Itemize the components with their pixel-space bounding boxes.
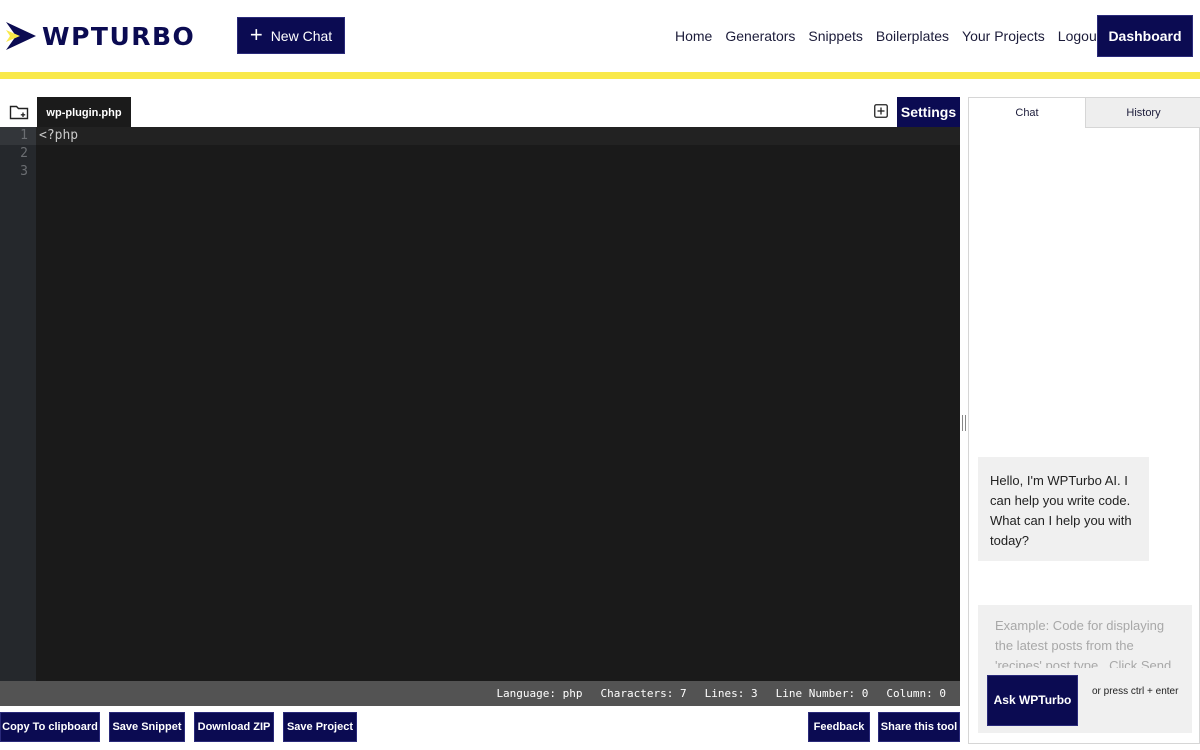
status-characters-value: 7 (680, 687, 687, 700)
tab-history[interactable]: History (1085, 98, 1200, 128)
nav-your-projects[interactable]: Your Projects (962, 28, 1045, 44)
status-column-value: 0 (939, 687, 946, 700)
ask-area: Ask WPTurbo or press ctrl + enter (978, 668, 1192, 733)
save-snippet-button[interactable]: Save Snippet (109, 712, 185, 742)
save-project-button[interactable]: Save Project (283, 712, 357, 742)
status-lines: Lines: 3 (705, 687, 758, 700)
chat-panel: Chat History Hello, I'm WPTurbo AI. I ca… (968, 97, 1200, 744)
nav-generators[interactable]: Generators (725, 28, 795, 44)
tab-chat[interactable]: Chat (969, 98, 1085, 128)
folder-plus-icon[interactable] (9, 104, 29, 120)
ask-wpturbo-button[interactable]: Ask WPTurbo (987, 675, 1078, 726)
feedback-button[interactable]: Feedback (808, 712, 870, 742)
status-line-number-label: Line Number: (775, 687, 856, 700)
code-editor[interactable]: <?php (36, 127, 960, 681)
wpturbo-logo-icon (6, 22, 36, 50)
status-column-label: Column: (886, 687, 933, 700)
editor-tab-bar (0, 97, 960, 127)
main-nav: Home Generators Snippets Boilerplates Yo… (675, 28, 1114, 44)
new-chat-button[interactable]: + New Chat (237, 17, 345, 54)
line-number-gutter: 1 2 3 (0, 127, 36, 681)
site-header: WPTURBO + New Chat Home Generators Snipp… (0, 0, 1200, 72)
send-shortcut-hint: or press ctrl + enter (1092, 686, 1179, 697)
nav-snippets[interactable]: Snippets (808, 28, 862, 44)
new-chat-label: New Chat (270, 27, 333, 44)
status-language-value: php (562, 687, 583, 700)
active-line-highlight (36, 127, 960, 145)
add-square-icon[interactable] (874, 104, 888, 118)
status-line-number: Line Number: 0 (776, 687, 869, 700)
dashboard-button[interactable]: Dashboard (1097, 15, 1193, 57)
file-tab-wp-plugin[interactable]: wp-plugin.php (37, 97, 131, 128)
code-line[interactable]: <?php (39, 128, 78, 143)
status-column: Column: 0 (886, 687, 946, 700)
status-language: Language: php (496, 687, 582, 700)
nav-home[interactable]: Home (675, 28, 712, 44)
line-number: 1 (20, 128, 28, 143)
line-number: 2 (20, 146, 28, 161)
settings-button[interactable]: Settings (897, 97, 960, 127)
copy-to-clipboard-button[interactable]: Copy To clipboard (0, 712, 100, 742)
logo-text: WPTURBO (42, 21, 196, 51)
status-language-label: Language: (496, 687, 557, 700)
editor-status-bar: Language: php Characters: 7 Lines: 3 Lin… (0, 681, 960, 706)
nav-logout[interactable]: Logout (1058, 28, 1101, 44)
panel-resize-handle[interactable] (962, 415, 966, 431)
status-characters: Characters: 7 (601, 687, 687, 700)
status-lines-label: Lines: (704, 687, 745, 700)
status-characters-label: Characters: (600, 687, 674, 700)
ai-greeting-message: Hello, I'm WPTurbo AI. I can help you wr… (978, 457, 1149, 561)
status-line-number-value: 0 (861, 687, 869, 700)
chat-input[interactable] (978, 605, 1192, 668)
line-number: 3 (20, 164, 28, 179)
header-accent-bar (0, 72, 1200, 79)
chat-input-container (978, 605, 1192, 668)
logo[interactable]: WPTURBO (6, 20, 195, 52)
nav-boilerplates[interactable]: Boilerplates (876, 28, 949, 44)
download-zip-button[interactable]: Download ZIP (194, 712, 274, 742)
plus-icon: + (249, 21, 263, 47)
status-lines-value: 3 (751, 687, 758, 700)
share-tool-button[interactable]: Share this tool (878, 712, 960, 742)
